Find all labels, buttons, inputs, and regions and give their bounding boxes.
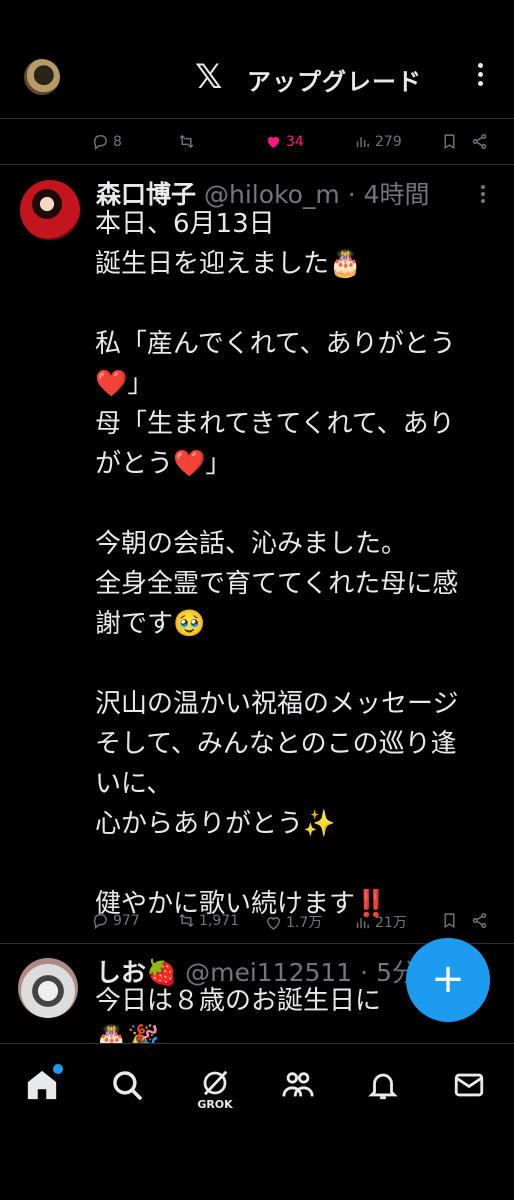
tweet-text-line: そして、みんなとのこの巡り逢 <box>95 729 457 759</box>
tweet-author-avatar[interactable] <box>20 180 80 240</box>
mail-icon <box>454 1073 484 1097</box>
tweet-text-line <box>95 484 505 524</box>
share-icon <box>472 134 487 149</box>
retweet-icon <box>179 913 194 928</box>
retweet-button[interactable] <box>178 133 199 150</box>
reply-count: 8 <box>113 133 122 150</box>
top-header: 𝕏 アップグレード <box>0 0 514 119</box>
tweet-text-line: 私「産んでくれて、ありがとう <box>95 329 456 359</box>
analytics-icon <box>356 917 369 928</box>
next-tweet-line: 🎂🎉 <box>95 1024 160 1044</box>
grok-label: GROK <box>197 1098 233 1111</box>
nav-notifications[interactable] <box>366 1068 406 1108</box>
next-tweet-line: 今日は８歳のお誕生日に <box>95 986 382 1016</box>
heart-filled-icon <box>267 136 280 148</box>
view-count: 21万 <box>375 915 407 931</box>
prev-tweet-actions: 8 34 279 <box>0 121 514 163</box>
next-tweet-avatar[interactable] <box>18 958 78 1018</box>
tweet-text-line <box>95 844 505 884</box>
like-count: 1.7万 <box>286 915 323 931</box>
bell-icon <box>368 1073 398 1100</box>
tweet-text-line: 全身全霊で育ててくれた母に感 <box>95 569 459 599</box>
tweet-text-line <box>95 644 505 684</box>
nav-communities[interactable] <box>281 1068 321 1108</box>
tweet-text-line: 沢山の温かい祝福のメッセージ <box>95 689 459 719</box>
retweet-count: 1,971 <box>199 912 240 929</box>
profile-avatar[interactable] <box>24 59 60 95</box>
bookmark-icon <box>444 913 455 929</box>
tweet-text-line: いに、 <box>95 769 173 799</box>
nav-grok[interactable]: GROK <box>195 1068 235 1111</box>
search-icon <box>113 1071 143 1101</box>
like-count: 34 <box>286 133 304 150</box>
bookmark-button[interactable] <box>441 912 458 929</box>
x-logo[interactable]: 𝕏 <box>195 60 222 94</box>
analytics-icon <box>356 137 369 148</box>
bookmark-button[interactable] <box>441 133 458 150</box>
share-button[interactable] <box>471 133 488 150</box>
reply-icon <box>93 135 107 150</box>
tweet-text-line: ❤️」 <box>95 369 154 399</box>
share-icon <box>472 913 487 928</box>
next-tweet-text: 今日は８歳のお誕生日に 🎂🎉 <box>95 982 381 1044</box>
more-options-icon[interactable] <box>474 60 486 96</box>
tweet-text-line: がとう❤️」 <box>95 449 232 479</box>
like-button[interactable]: 34 <box>265 133 304 150</box>
communities-icon <box>282 1072 314 1097</box>
tweet-text-line: 謝です🥹 <box>95 609 206 639</box>
view-count: 279 <box>375 133 402 150</box>
grok-icon <box>203 1070 228 1096</box>
nav-home[interactable] <box>25 1064 65 1108</box>
reply-count: 977 <box>113 912 140 929</box>
tweet-text-line: 本日、6月13日 <box>95 209 275 239</box>
tweet-actions: 977 1,971 1.7万 21万 <box>0 900 514 942</box>
views-button[interactable]: 21万 <box>354 912 407 932</box>
like-button[interactable]: 1.7万 <box>265 912 322 932</box>
compose-button[interactable]: + <box>406 938 490 1022</box>
retweet-icon <box>179 134 194 149</box>
tweet-text-line: 今朝の会話、沁みました。 <box>95 529 408 559</box>
tweet-text-line: 母「生まれてきてくれて、あり <box>95 409 455 439</box>
reply-button[interactable]: 977 <box>92 912 140 929</box>
notification-dot <box>53 1064 63 1074</box>
heart-icon <box>267 916 280 930</box>
views-button[interactable]: 279 <box>354 133 402 150</box>
tweet-text: 本日、6月13日誕生日を迎えました🎂 私「産んでくれて、ありがとう ❤️」母「生まれ… <box>95 204 505 924</box>
reply-button[interactable]: 8 <box>92 133 122 150</box>
tweet-text-line: 心からありがとう✨ <box>95 809 336 839</box>
nav-search[interactable] <box>110 1068 150 1108</box>
home-icon <box>27 1070 57 1100</box>
bookmark-icon <box>444 134 455 150</box>
retweet-button[interactable]: 1,971 <box>178 912 239 929</box>
divider <box>0 164 514 165</box>
reply-icon <box>93 914 107 929</box>
nav-messages[interactable] <box>452 1068 492 1108</box>
tweet-text-line: 誕生日を迎えました🎂 <box>95 249 362 279</box>
bottom-navigation: GROK <box>0 1043 514 1200</box>
upgrade-button[interactable]: アップグレード <box>247 62 422 97</box>
tweet-text-line <box>95 284 505 324</box>
share-button[interactable] <box>471 912 488 929</box>
